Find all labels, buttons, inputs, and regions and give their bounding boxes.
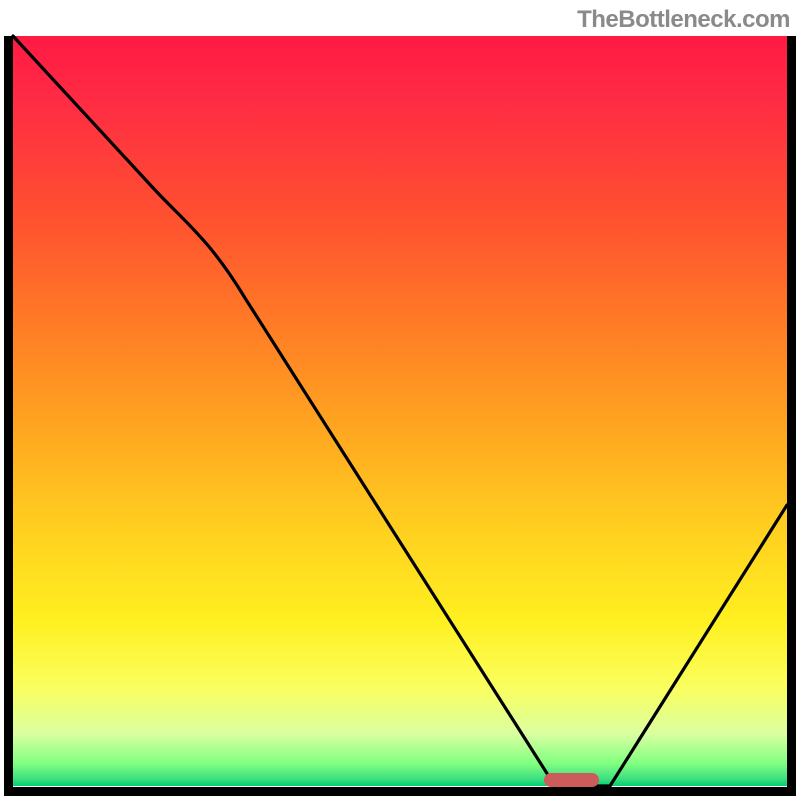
plot-background-gradient — [13, 36, 787, 786]
optimal-marker — [544, 773, 599, 787]
axis-left — [4, 36, 13, 796]
bottleneck-chart: TheBottleneck.com — [0, 0, 800, 800]
axis-bottom — [4, 787, 796, 796]
axis-right — [787, 36, 796, 796]
watermark: TheBottleneck.com — [577, 6, 790, 34]
